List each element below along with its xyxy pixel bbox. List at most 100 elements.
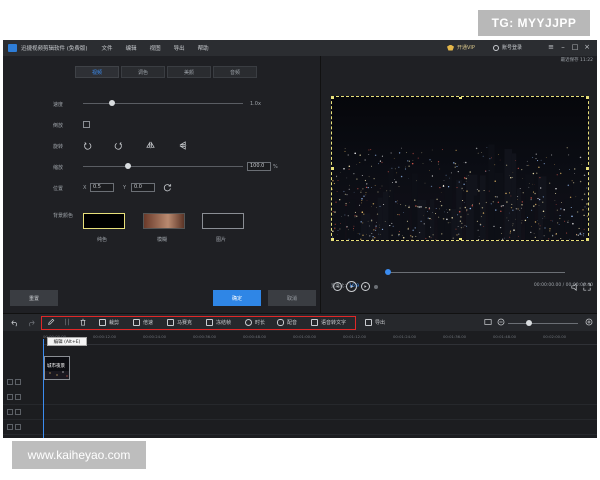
- city-light: [390, 152, 392, 154]
- lock-icon[interactable]: [7, 424, 13, 430]
- city-light: [554, 200, 556, 201]
- city-light: [512, 172, 514, 173]
- cancel-button[interactable]: 取消: [268, 290, 316, 306]
- reset-position-icon[interactable]: [163, 183, 172, 192]
- position-x-input[interactable]: 0.5: [90, 183, 114, 192]
- menu-help[interactable]: 帮助: [198, 44, 209, 52]
- redo-icon[interactable]: [27, 319, 35, 327]
- split-icon[interactable]: [63, 318, 71, 326]
- menu-view[interactable]: 视图: [150, 44, 161, 52]
- close-icon[interactable]: ×: [583, 43, 591, 51]
- tool-duration[interactable]: 时长: [245, 319, 265, 326]
- tool-crop[interactable]: 裁剪: [99, 319, 119, 326]
- city-light: [478, 190, 480, 192]
- rotate-left-icon[interactable]: [83, 141, 92, 150]
- city-light: [396, 172, 398, 174]
- login-button[interactable]: 账号登录: [493, 44, 522, 51]
- city-light: [354, 152, 356, 155]
- tab-audio[interactable]: 音频: [213, 66, 257, 78]
- vip-button[interactable]: 开通VIP: [447, 44, 475, 51]
- city-light: [521, 204, 523, 206]
- city-light: [411, 236, 414, 238]
- background-image-swatch[interactable]: [202, 213, 244, 229]
- menu-edit[interactable]: 编辑: [126, 44, 137, 52]
- zoom-input[interactable]: 100.0: [247, 162, 271, 171]
- city-light: [454, 162, 457, 165]
- hamburger-icon[interactable]: ≡: [547, 43, 555, 51]
- video-preview[interactable]: [331, 96, 589, 241]
- tool-speech-to-text[interactable]: 语音转文字: [311, 319, 346, 326]
- confirm-button[interactable]: 确定: [213, 290, 261, 306]
- speed-slider[interactable]: [83, 103, 243, 104]
- city-light: [465, 161, 467, 164]
- resize-handle[interactable]: [332, 238, 334, 240]
- city-light: [372, 236, 374, 238]
- timeline-zoom-slider[interactable]: [508, 323, 578, 324]
- eye-icon[interactable]: [15, 394, 21, 400]
- zoom-slider[interactable]: [83, 166, 243, 167]
- flip-vertical-icon[interactable]: [179, 141, 188, 150]
- resize-handle[interactable]: [586, 167, 588, 170]
- tab-video[interactable]: 视频: [75, 66, 119, 78]
- tool-freeze-frame[interactable]: 冻结帧: [206, 319, 231, 326]
- zoom-in-icon[interactable]: [585, 318, 593, 326]
- tool-mosaic[interactable]: 马赛克: [167, 319, 192, 326]
- building: [511, 153, 517, 240]
- city-light: [402, 236, 405, 239]
- zoom-out-icon[interactable]: [497, 318, 505, 326]
- lock-icon[interactable]: [7, 394, 13, 400]
- time-ruler[interactable]: 00:00:00.00 00:00:12.00 00:00:24.00 00:0…: [43, 331, 597, 345]
- tab-beauty[interactable]: 美颜: [167, 66, 211, 78]
- resize-handle[interactable]: [332, 97, 334, 99]
- menu-export[interactable]: 导出: [174, 44, 185, 52]
- city-light: [421, 152, 423, 154]
- reset-button[interactable]: 重置: [10, 290, 58, 306]
- maximize-icon[interactable]: □: [571, 43, 579, 51]
- city-light: [379, 205, 381, 207]
- zoom-slider-handle[interactable]: [124, 163, 131, 169]
- resize-handle[interactable]: [332, 167, 334, 170]
- city-light: [532, 183, 533, 185]
- minimize-icon[interactable]: –: [559, 43, 567, 51]
- city-light: [574, 173, 575, 174]
- fit-timeline-icon[interactable]: [484, 318, 492, 326]
- background-blur-swatch[interactable]: [143, 213, 185, 229]
- timeline-clip[interactable]: 城市夜景: [44, 356, 70, 380]
- timeline-zoom-handle[interactable]: [526, 320, 532, 326]
- lock-icon[interactable]: [7, 409, 13, 415]
- resize-handle[interactable]: [459, 97, 462, 99]
- reverse-checkbox[interactable]: [83, 121, 90, 128]
- position-y-input[interactable]: 0.0: [131, 183, 155, 192]
- city-light: [387, 171, 389, 173]
- stop-icon[interactable]: [374, 285, 378, 289]
- resize-handle[interactable]: [586, 97, 588, 99]
- delete-icon[interactable]: [79, 318, 87, 326]
- playback-handle[interactable]: [385, 269, 391, 275]
- speaker-icon[interactable]: [15, 379, 21, 385]
- playback-progress[interactable]: [387, 272, 565, 273]
- playhead[interactable]: [43, 339, 44, 438]
- city-light: [443, 180, 445, 181]
- eye-icon[interactable]: [15, 424, 21, 430]
- export-button[interactable]: 导出: [365, 319, 385, 326]
- undo-icon[interactable]: [11, 319, 19, 327]
- resize-handle[interactable]: [586, 238, 588, 240]
- menu-file[interactable]: 文件: [102, 44, 113, 52]
- lock-icon[interactable]: [7, 379, 13, 385]
- city-light: [392, 182, 393, 184]
- next-frame-icon[interactable]: [361, 282, 370, 291]
- flip-horizontal-icon[interactable]: [146, 141, 155, 150]
- city-light: [544, 216, 545, 217]
- city-light: [515, 160, 516, 162]
- tab-color[interactable]: 调色: [121, 66, 165, 78]
- aspect-ratio[interactable]: 宽高比：16:9: [331, 283, 359, 289]
- rotate-right-icon[interactable]: [114, 141, 123, 150]
- tool-speed[interactable]: 倍速: [133, 319, 153, 326]
- resize-handle[interactable]: [459, 238, 462, 240]
- speaker-icon[interactable]: [15, 409, 21, 415]
- tool-dubbing[interactable]: 配音: [277, 319, 297, 326]
- edit-icon[interactable]: [47, 318, 55, 326]
- ruler-tick: 00:01:48.00: [493, 334, 517, 339]
- background-solid-swatch[interactable]: [83, 213, 125, 229]
- speed-slider-handle[interactable]: [108, 100, 115, 106]
